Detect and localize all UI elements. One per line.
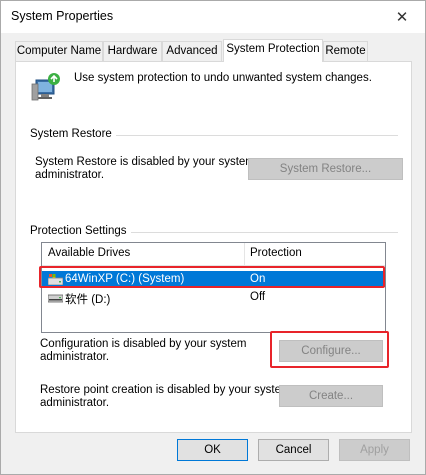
drive-row-d[interactable]: 软件 (D:) Off bbox=[42, 289, 385, 306]
drives-list[interactable]: Available Drives Protection 64WinXP (C:)… bbox=[41, 242, 386, 333]
tab-advanced[interactable]: Advanced bbox=[162, 41, 222, 61]
close-icon: ✕ bbox=[395, 9, 409, 26]
create-button-label: Create... bbox=[308, 390, 354, 402]
apply-button[interactable]: Apply bbox=[339, 439, 410, 461]
window-title: System Properties bbox=[11, 9, 114, 23]
configure-button-label: Configure... bbox=[301, 345, 361, 357]
system-restore-group-title: System Restore bbox=[30, 128, 116, 140]
tab-system-protection[interactable]: System Protection bbox=[223, 39, 323, 62]
tab-computer-name[interactable]: Computer Name bbox=[15, 41, 103, 61]
system-restore-description-line1: System Restore is disabled by your syste… bbox=[35, 156, 255, 168]
drive-name: 软件 (D:) bbox=[65, 294, 111, 306]
protection-settings-group-title: Protection Settings bbox=[30, 225, 131, 237]
system-drive-icon bbox=[48, 274, 63, 285]
system-restore-description-line2: administrator. bbox=[35, 169, 105, 181]
create-description-line1: Restore point creation is disabled by yo… bbox=[40, 384, 291, 396]
create-description-line2: administrator. bbox=[40, 397, 110, 409]
tab-remote[interactable]: Remote bbox=[323, 41, 368, 61]
title-bar: System Properties ✕ bbox=[1, 1, 425, 33]
tab-hardware[interactable]: Hardware bbox=[103, 41, 162, 61]
configure-description-line1: Configuration is disabled by your system bbox=[40, 338, 247, 350]
configure-button[interactable]: Configure... bbox=[279, 340, 383, 362]
system-protection-icon bbox=[31, 73, 60, 101]
close-button[interactable]: ✕ bbox=[385, 3, 419, 31]
system-protection-panel: Use system protection to undo unwanted s… bbox=[15, 61, 412, 433]
column-available-drives[interactable]: Available Drives bbox=[48, 247, 130, 259]
intro-text: Use system protection to undo unwanted s… bbox=[74, 72, 372, 84]
system-restore-button[interactable]: System Restore... bbox=[248, 158, 403, 180]
system-properties-window: System Properties ✕ Computer Name Hardwa… bbox=[0, 0, 426, 475]
drives-list-header: Available Drives Protection bbox=[42, 243, 385, 266]
drive-protection-status: Off bbox=[250, 291, 266, 303]
drive-row-c[interactable]: 64WinXP (C:) (System) On bbox=[42, 271, 385, 287]
system-restore-button-label: System Restore... bbox=[279, 163, 372, 175]
ok-button[interactable]: OK bbox=[177, 439, 248, 461]
drive-name: 64WinXP (C:) (System) bbox=[65, 273, 185, 285]
create-button[interactable]: Create... bbox=[279, 385, 383, 407]
column-protection[interactable]: Protection bbox=[250, 247, 302, 259]
column-separator bbox=[244, 243, 245, 266]
configure-description-line2: administrator. bbox=[40, 351, 110, 363]
drive-protection-status: On bbox=[250, 273, 266, 285]
drive-icon bbox=[48, 294, 63, 303]
cancel-button[interactable]: Cancel bbox=[258, 439, 329, 461]
